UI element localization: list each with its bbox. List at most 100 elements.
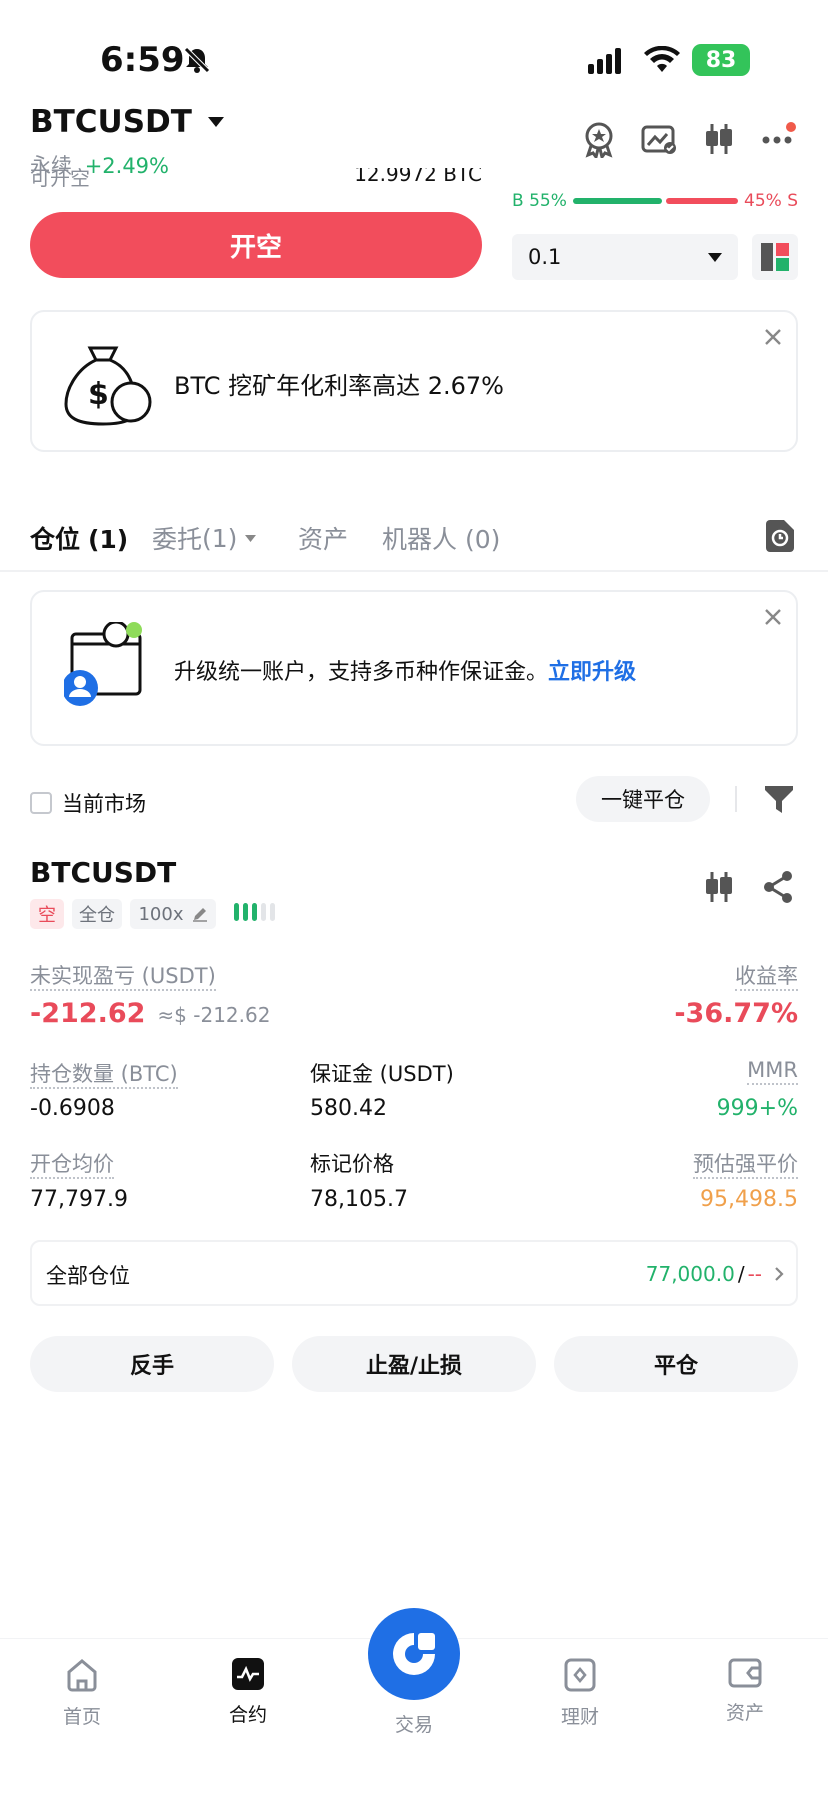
available-value: 12.9972 BTC <box>354 168 482 186</box>
unrealized-pnl-label: 未实现盈亏 (USDT) <box>30 960 216 991</box>
sl-value: -- <box>747 1262 762 1286</box>
svg-text:$: $ <box>88 377 109 412</box>
roe-label-text: 收益率 <box>735 964 798 991</box>
caret-down-icon <box>708 252 722 262</box>
adl-bar <box>252 903 257 921</box>
all-positions-tpsl-row[interactable]: 全部仓位 77,000.0/-- <box>30 1240 798 1306</box>
nav-earn[interactable]: 理财 <box>520 1658 640 1729</box>
mark-label: 标记价格 <box>310 1152 394 1176</box>
close-all-button[interactable]: 一键平仓 <box>576 776 710 822</box>
upgrade-banner[interactable]: 升级统一账户，支持多币种作保证金。立即升级 <box>30 590 798 746</box>
tab-orders-label: 委托 <box>152 525 203 554</box>
leverage-label: 100x <box>138 903 184 925</box>
available-row: 可开空 12.9972 BTC <box>30 168 482 190</box>
futures-icon <box>188 1658 308 1690</box>
nav-futures[interactable]: 合约 <box>188 1658 308 1727</box>
pair-selector[interactable]: BTCUSDT <box>30 104 224 140</box>
caret-down-icon <box>207 117 224 127</box>
filter-icon[interactable] <box>764 784 794 814</box>
earn-icon <box>520 1658 640 1692</box>
liq-label: 预估强平价 <box>693 1148 798 1179</box>
nav-futures-label: 合约 <box>228 1704 267 1726</box>
current-market-checkbox[interactable]: 当前市场 <box>30 788 146 818</box>
open-short-button[interactable]: 开空 <box>30 212 482 278</box>
tpsl-values: 77,000.0/-- <box>646 1262 762 1286</box>
tab-assets[interactable]: 资产 <box>298 520 348 556</box>
upgrade-text: 升级统一账户，支持多币种作保证金。 <box>174 660 549 685</box>
mmr-label: MMR <box>747 1058 798 1085</box>
ratio-bar <box>572 198 739 204</box>
caret-down-icon <box>245 534 257 542</box>
battery-level: 83 <box>705 47 737 73</box>
adl-bar <box>270 903 275 921</box>
entry-label-text: 开仓均价 <box>30 1152 114 1179</box>
entry-value: 77,797.9 <box>30 1187 128 1212</box>
leverage-tag[interactable]: 100x <box>130 899 216 929</box>
checkbox[interactable] <box>30 792 52 814</box>
adl-bar <box>261 903 266 921</box>
reverse-button[interactable]: 反手 <box>30 1336 274 1392</box>
candlestick-icon[interactable] <box>703 870 735 904</box>
entry-label: 开仓均价 <box>30 1148 114 1179</box>
tab-positions-count: (1) <box>87 525 129 554</box>
side-tag-label: 空 <box>38 905 56 926</box>
tab-positions[interactable]: 仓位 (1) <box>30 520 128 556</box>
unrealized-pnl-value: -212.62 <box>30 998 146 1029</box>
margin-label: 保证金 (USDT) <box>310 1062 454 1086</box>
chevron-right-icon <box>774 1266 784 1282</box>
current-market-label: 当前市场 <box>62 792 146 816</box>
tpsl-label: 止盈/止损 <box>365 1354 463 1379</box>
liq-value: 95,498.5 <box>700 1187 798 1212</box>
roe-value: -36.77% <box>674 998 798 1029</box>
close-position-button[interactable]: 平仓 <box>554 1336 798 1392</box>
promo-banner[interactable]: $ BTC 挖矿年化利率高达 2.67% <box>30 310 798 452</box>
buy-ratio-bar <box>572 198 662 204</box>
tab-bots[interactable]: 机器人 (0) <box>382 520 500 556</box>
tab-bots-count: (0) <box>464 525 501 554</box>
more-icon[interactable] <box>762 122 796 152</box>
tab-assets-label: 资产 <box>298 525 349 554</box>
mark-value: 78,105.7 <box>310 1187 408 1212</box>
quantity-select[interactable]: 0.1 <box>512 234 738 280</box>
edit-icon <box>192 906 208 922</box>
nav-trade[interactable]: 交易 <box>368 1608 460 1737</box>
pair-title: BTCUSDT <box>30 104 192 140</box>
chart-toggle-icon[interactable] <box>641 124 677 156</box>
tab-bots-label: 机器人 <box>382 525 458 554</box>
unrealized-pnl-usd: ≈$ -212.62 <box>157 1003 271 1027</box>
upgrade-link[interactable]: 立即升级 <box>548 660 636 685</box>
status-time: 6:59 <box>100 40 185 80</box>
size-label: 持仓数量 (BTC) <box>30 1058 178 1089</box>
award-icon[interactable] <box>580 120 618 158</box>
margin-value: 580.42 <box>310 1096 387 1121</box>
nav-home[interactable]: 首页 <box>22 1658 142 1729</box>
all-positions-label: 全部仓位 <box>46 1264 130 1288</box>
tpsl-button[interactable]: 止盈/止损 <box>292 1336 536 1392</box>
tab-orders[interactable]: 委托 (1) <box>152 520 257 556</box>
nav-trade-label: 交易 <box>394 1714 433 1736</box>
nav-assets[interactable]: 资产 <box>685 1658 805 1725</box>
history-icon[interactable] <box>766 520 794 552</box>
trade-icon <box>368 1608 460 1700</box>
sell-ratio-bar <box>665 198 739 204</box>
upgrade-text-row: 升级统一账户，支持多币种作保证金。立即升级 <box>174 654 636 686</box>
tab-orders-count: (1) <box>202 523 238 553</box>
margin-mode-tag: 全仓 <box>72 899 122 929</box>
battery-icon: 83 <box>692 44 750 76</box>
close-icon[interactable] <box>764 328 782 346</box>
share-icon[interactable] <box>762 870 794 904</box>
open-short-label: 开空 <box>229 232 282 263</box>
tabs-divider <box>0 570 828 572</box>
side-tag: 空 <box>30 899 64 929</box>
adl-bar <box>234 903 239 921</box>
candlestick-icon[interactable] <box>703 122 735 156</box>
close-icon[interactable] <box>764 608 782 626</box>
reverse-label: 反手 <box>129 1354 174 1379</box>
available-label: 可开空 <box>30 168 90 190</box>
money-bag-icon: $ <box>62 338 156 428</box>
nav-home-label: 首页 <box>62 1706 101 1728</box>
bell-muted-icon <box>183 46 211 74</box>
orderbook-layout-icon[interactable] <box>752 234 798 280</box>
promo-text: BTC 挖矿年化利率高达 2.67% <box>174 372 504 400</box>
filter-divider <box>735 786 737 812</box>
